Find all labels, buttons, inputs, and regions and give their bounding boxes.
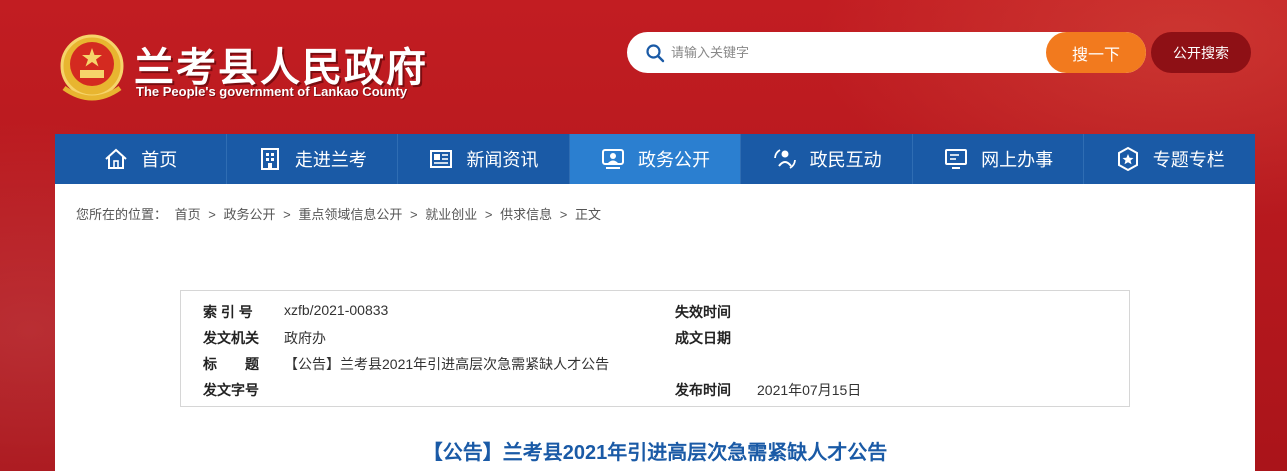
meta-row: 发文机关 政府办 成文日期 (181, 328, 1129, 354)
meta-label-expire: 失效时间 (675, 304, 731, 320)
meta-label-issuer: 发文机关 (203, 330, 259, 346)
nav-item-label: 网上办事 (981, 150, 1054, 170)
nav-item-special-topics[interactable]: 专题专栏 (1084, 134, 1255, 184)
nav-item-news[interactable]: 新闻资讯 (398, 134, 570, 184)
nav-item-label: 新闻资讯 (466, 150, 539, 170)
star-badge-icon (1117, 146, 1138, 172)
national-emblem-icon (60, 34, 124, 101)
meta-label-title: 标 题 (203, 356, 259, 372)
breadcrumb-link-key-areas[interactable]: 重点领域信息公开 (298, 207, 402, 222)
search-button[interactable]: 搜一下 (1046, 32, 1146, 73)
nav-item-label: 首页 (141, 150, 178, 170)
nav-item-label: 走进兰考 (294, 150, 367, 170)
nav-item-label: 政民互动 (809, 150, 882, 170)
document-meta-table: 索 引 号 xzfb/2021-00833 失效时间 发文机关 政府办 成文日期… (180, 290, 1130, 407)
nav-item-label: 政务公开 (638, 150, 711, 170)
nav-item-about[interactable]: 走进兰考 (227, 134, 399, 184)
computer-icon (945, 149, 968, 169)
breadcrumb-separator: > (559, 207, 568, 222)
search-box: 搜一下 (627, 32, 1146, 73)
meta-row: 发文字号 发布时间 2021年07月15日 (181, 380, 1129, 406)
nav-item-label: 专题专栏 (1152, 150, 1225, 170)
breadcrumb-link-employment[interactable]: 就业创业 (425, 207, 477, 222)
open-search-button[interactable]: 公开搜索 (1151, 32, 1251, 73)
content-panel: 您所在的位置： 首页 > 政务公开 > 重点领域信息公开 > 就业创业 > 供求… (55, 184, 1255, 471)
meta-label-publish: 发布时间 (675, 382, 731, 398)
meta-row: 索 引 号 xzfb/2021-00833 失效时间 (181, 302, 1129, 328)
breadcrumb-separator: > (208, 207, 216, 222)
nav-item-interaction[interactable]: 政民互动 (741, 134, 913, 184)
meta-value-title: 【公告】兰考县2021年引进高层次急需紧缺人才公告 (284, 356, 610, 372)
breadcrumb-prefix: 您所在的位置： (76, 207, 168, 222)
home-icon (105, 148, 127, 169)
breadcrumb-link-home[interactable]: 首页 (175, 207, 201, 222)
building-icon (260, 148, 279, 170)
breadcrumb-current: 正文 (574, 207, 601, 222)
meta-value-index: xzfb/2021-00833 (284, 302, 389, 318)
newspaper-icon (430, 150, 453, 168)
interaction-icon (773, 149, 796, 169)
meta-label-docno: 发文字号 (203, 382, 259, 398)
search-input[interactable] (671, 40, 1031, 65)
breadcrumb-separator: > (283, 207, 291, 222)
meta-label-index: 索 引 号 (203, 304, 253, 320)
nav-item-home[interactable]: 首页 (55, 134, 227, 184)
nav-item-online-service[interactable]: 网上办事 (913, 134, 1085, 184)
meta-label-date: 成文日期 (675, 330, 731, 346)
search-icon (646, 44, 665, 63)
breadcrumb-separator: > (410, 207, 418, 222)
breadcrumb-link-gov-affairs[interactable]: 政务公开 (224, 207, 276, 222)
meta-value-issuer: 政府办 (284, 330, 326, 346)
article-title: 【公告】兰考县2021年引进高层次急需紧缺人才公告 (422, 442, 888, 464)
nav-item-gov-affairs[interactable]: 政务公开 (569, 134, 742, 184)
main-nav: 首页 走进兰考 新闻资讯 政务公开 政民互动 网上办事 专题专栏 (55, 134, 1255, 184)
breadcrumb: 您所在的位置： 首页 > 政务公开 > 重点领域信息公开 > 就业创业 > 供求… (74, 204, 603, 223)
breadcrumb-link-supply-demand[interactable]: 供求信息 (500, 207, 552, 222)
meta-row: 标 题 【公告】兰考县2021年引进高层次急需紧缺人才公告 (181, 354, 1129, 380)
breadcrumb-separator: > (484, 207, 493, 222)
meta-value-publish: 2021年07月15日 (757, 382, 862, 398)
site-subtitle: The People's government of Lankao County (136, 84, 408, 99)
people-icon (602, 149, 625, 169)
